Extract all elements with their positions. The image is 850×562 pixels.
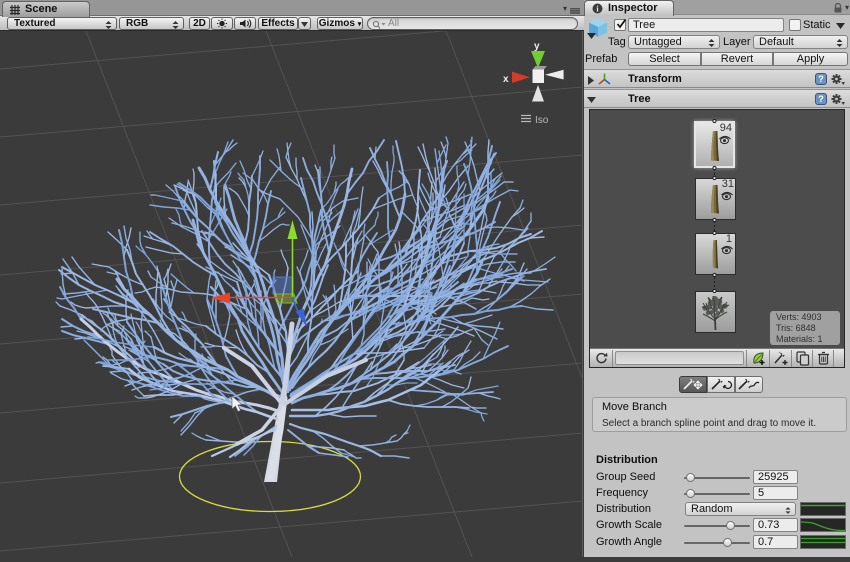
svg-text:x: x bbox=[503, 74, 509, 85]
svg-text:Iso: Iso bbox=[535, 115, 549, 126]
svg-text:?: ? bbox=[818, 94, 824, 104]
svg-text:?: ? bbox=[818, 74, 824, 84]
svg-text:y: y bbox=[534, 41, 540, 52]
